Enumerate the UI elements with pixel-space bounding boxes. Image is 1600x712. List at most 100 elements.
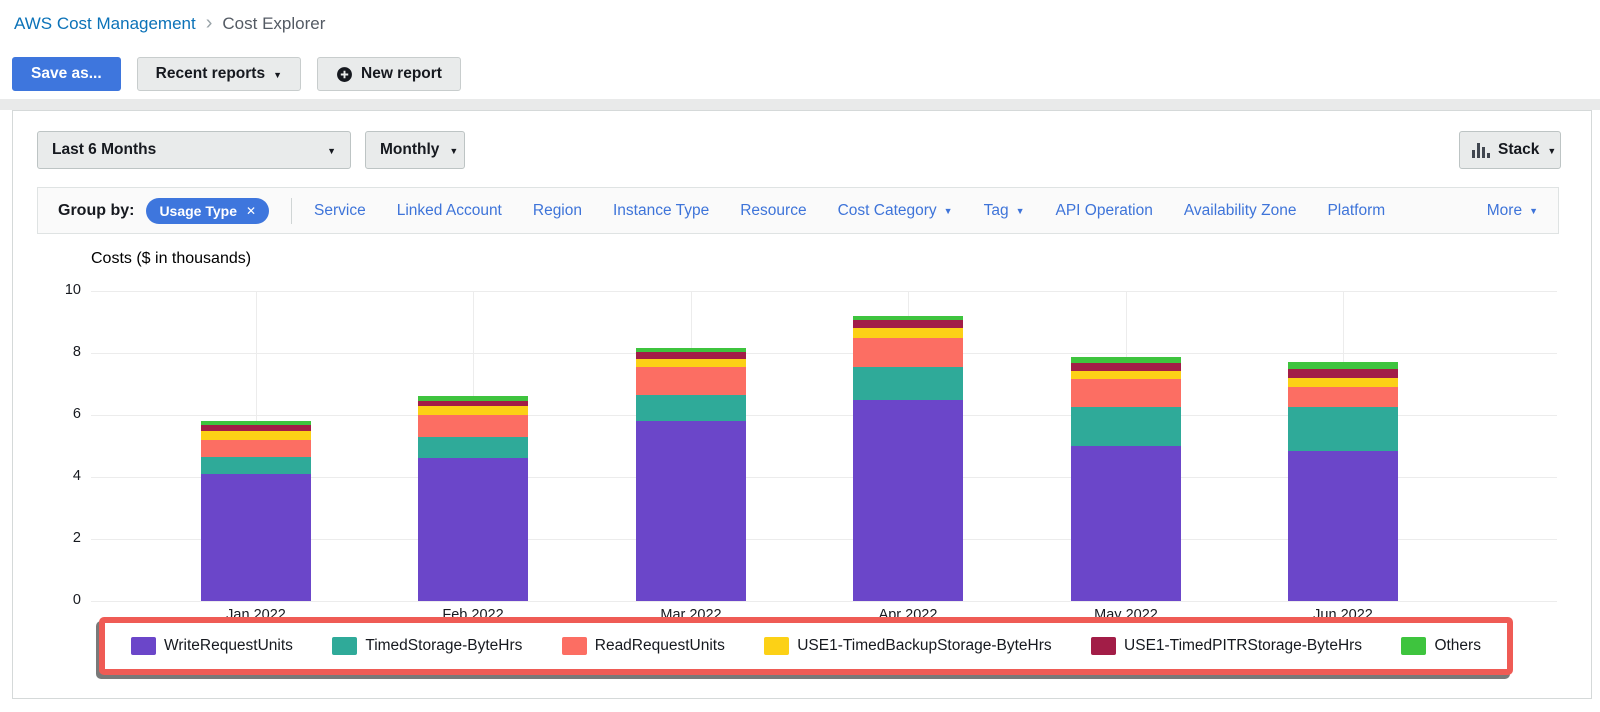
bar-segment-use1-timedbackupstorage-bytehrs[interactable] xyxy=(201,431,311,439)
legend-label: TimedStorage-ByteHrs xyxy=(365,637,522,655)
save-as-button[interactable]: Save as... xyxy=(12,57,121,91)
toolbar: Save as... Recent reports ▼ New report xyxy=(12,57,461,91)
bar-segment-use1-timedbackupstorage-bytehrs[interactable] xyxy=(636,359,746,367)
group-by-option-tag[interactable]: Tag▼ xyxy=(984,202,1025,220)
group-by-option-instance-type[interactable]: Instance Type xyxy=(613,202,709,220)
bar-segment-timedstorage-bytehrs[interactable] xyxy=(418,437,528,459)
bar-segment-others[interactable] xyxy=(853,316,963,321)
legend-label: Others xyxy=(1434,637,1481,655)
y-tick-label: 4 xyxy=(31,468,81,484)
granularity-select[interactable]: Monthly ▼ xyxy=(365,131,465,169)
legend-swatch xyxy=(764,637,789,655)
group-by-option-cost-category[interactable]: Cost Category▼ xyxy=(838,202,953,220)
gridline xyxy=(91,601,1557,602)
bar-segment-readrequestunits[interactable] xyxy=(636,367,746,395)
remove-filter-icon[interactable]: ✕ xyxy=(246,204,256,218)
legend-item-use1-timedpitrstorage-bytehrs[interactable]: USE1-TimedPITRStorage-ByteHrs xyxy=(1091,637,1362,655)
group-by-option-availability-zone[interactable]: Availability Zone xyxy=(1184,202,1297,220)
bar-segment-writerequestunits[interactable] xyxy=(853,400,963,602)
bar-segment-use1-timedpitrstorage-bytehrs[interactable] xyxy=(201,425,311,431)
bar-segment-timedstorage-bytehrs[interactable] xyxy=(1288,407,1398,450)
bar-segment-use1-timedbackupstorage-bytehrs[interactable] xyxy=(418,406,528,415)
bar-segment-writerequestunits[interactable] xyxy=(201,474,311,601)
bar-segment-use1-timedbackupstorage-bytehrs[interactable] xyxy=(853,328,963,337)
group-by-option-linked-account[interactable]: Linked Account xyxy=(397,202,502,220)
date-range-select[interactable]: Last 6 Months ▼ xyxy=(37,131,351,169)
bar-segment-use1-timedbackupstorage-bytehrs[interactable] xyxy=(1288,378,1398,387)
legend-swatch xyxy=(1401,637,1426,655)
legend-swatch xyxy=(131,637,156,655)
legend-swatch xyxy=(332,637,357,655)
legend-label: WriteRequestUnits xyxy=(164,637,293,655)
group-by-more-menu[interactable]: More▼ xyxy=(1487,202,1538,220)
group-by-option-resource[interactable]: Resource xyxy=(740,202,806,220)
y-tick-label: 8 xyxy=(31,344,81,360)
y-tick-label: 10 xyxy=(31,282,81,298)
bar-segment-writerequestunits[interactable] xyxy=(1288,451,1398,601)
bar-segment-use1-timedpitrstorage-bytehrs[interactable] xyxy=(1071,363,1181,371)
chevron-down-icon: ▼ xyxy=(1547,147,1556,156)
bar-segment-writerequestunits[interactable] xyxy=(1071,446,1181,601)
legend-item-timedstorage-bytehrs[interactable]: TimedStorage-ByteHrs xyxy=(332,637,522,655)
breadcrumb-parent-link[interactable]: AWS Cost Management xyxy=(14,14,196,34)
bar-segment-others[interactable] xyxy=(1071,357,1181,363)
y-tick-label: 2 xyxy=(31,530,81,546)
legend-label: USE1-TimedBackupStorage-ByteHrs xyxy=(797,637,1051,655)
group-by-bar: Group by: Usage Type ✕ Service Linked Acc… xyxy=(37,187,1559,234)
bar-segment-others[interactable] xyxy=(1288,362,1398,368)
legend-item-writerequestunits[interactable]: WriteRequestUnits xyxy=(131,637,293,655)
bar-segment-timedstorage-bytehrs[interactable] xyxy=(1071,407,1181,446)
bar-segment-readrequestunits[interactable] xyxy=(201,440,311,457)
bar-segment-readrequestunits[interactable] xyxy=(1071,379,1181,407)
save-as-label: Save as... xyxy=(31,65,102,83)
group-by-option-api-operation[interactable]: API Operation xyxy=(1056,202,1153,220)
legend-item-use1-timedbackupstorage-bytehrs[interactable]: USE1-TimedBackupStorage-ByteHrs xyxy=(764,637,1051,655)
legend-item-others[interactable]: Others xyxy=(1401,637,1481,655)
group-by-option-platform[interactable]: Platform xyxy=(1327,202,1385,220)
legend-item-readrequestunits[interactable]: ReadRequestUnits xyxy=(562,637,725,655)
bar-segment-timedstorage-bytehrs[interactable] xyxy=(201,457,311,474)
chart-style-value: Stack xyxy=(1498,141,1539,159)
bar-segment-readrequestunits[interactable] xyxy=(1288,387,1398,407)
legend-highlight-annotation: WriteRequestUnits TimedStorage-ByteHrs Rea… xyxy=(99,617,1513,675)
new-report-label: New report xyxy=(361,65,442,83)
bar-segment-use1-timedpitrstorage-bytehrs[interactable] xyxy=(418,401,528,406)
bar-segment-use1-timedpitrstorage-bytehrs[interactable] xyxy=(853,320,963,328)
bar-segment-readrequestunits[interactable] xyxy=(418,415,528,437)
chevron-down-icon: ▼ xyxy=(327,147,336,156)
gridline xyxy=(91,291,1557,292)
chevron-down-icon: ▼ xyxy=(1016,207,1025,216)
granularity-value: Monthly xyxy=(380,141,439,159)
chevron-down-icon: ▼ xyxy=(1529,207,1538,216)
y-tick-label: 0 xyxy=(31,592,81,608)
chevron-down-icon: ▼ xyxy=(449,147,458,156)
bar-segment-use1-timedbackupstorage-bytehrs[interactable] xyxy=(1071,371,1181,379)
vertical-divider xyxy=(291,198,292,224)
recent-reports-label: Recent reports xyxy=(156,65,265,83)
date-range-value: Last 6 Months xyxy=(52,141,156,159)
bar-segment-use1-timedpitrstorage-bytehrs[interactable] xyxy=(636,352,746,358)
chart-style-select[interactable]: Stack ▼ xyxy=(1459,131,1561,169)
cost-explorer-card: Last 6 Months ▼ Monthly ▼ Stack ▼ Group … xyxy=(12,110,1592,699)
bar-segment-timedstorage-bytehrs[interactable] xyxy=(853,367,963,400)
chart-legend: WriteRequestUnits TimedStorage-ByteHrs Rea… xyxy=(105,623,1507,669)
bar-segment-timedstorage-bytehrs[interactable] xyxy=(636,395,746,421)
y-tick-label: 6 xyxy=(31,406,81,422)
bar-segment-readrequestunits[interactable] xyxy=(853,338,963,367)
bar-segment-others[interactable] xyxy=(418,396,528,401)
bar-segment-writerequestunits[interactable] xyxy=(636,421,746,601)
bar-segment-others[interactable] xyxy=(636,348,746,353)
plus-circle-icon xyxy=(336,66,353,83)
group-by-option-region[interactable]: Region xyxy=(533,202,582,220)
chevron-down-icon: ▼ xyxy=(944,207,953,216)
new-report-button[interactable]: New report xyxy=(317,57,461,91)
bar-segment-writerequestunits[interactable] xyxy=(418,458,528,601)
bar-segment-others[interactable] xyxy=(201,421,311,425)
bar-segment-use1-timedpitrstorage-bytehrs[interactable] xyxy=(1288,369,1398,378)
recent-reports-button[interactable]: Recent reports ▼ xyxy=(137,57,301,91)
chevron-down-icon: ▼ xyxy=(273,71,282,80)
breadcrumb-current: Cost Explorer xyxy=(222,14,325,34)
group-by-label: Group by: xyxy=(58,202,134,220)
usage-type-chip[interactable]: Usage Type ✕ xyxy=(146,198,269,224)
group-by-option-service[interactable]: Service xyxy=(314,202,366,220)
